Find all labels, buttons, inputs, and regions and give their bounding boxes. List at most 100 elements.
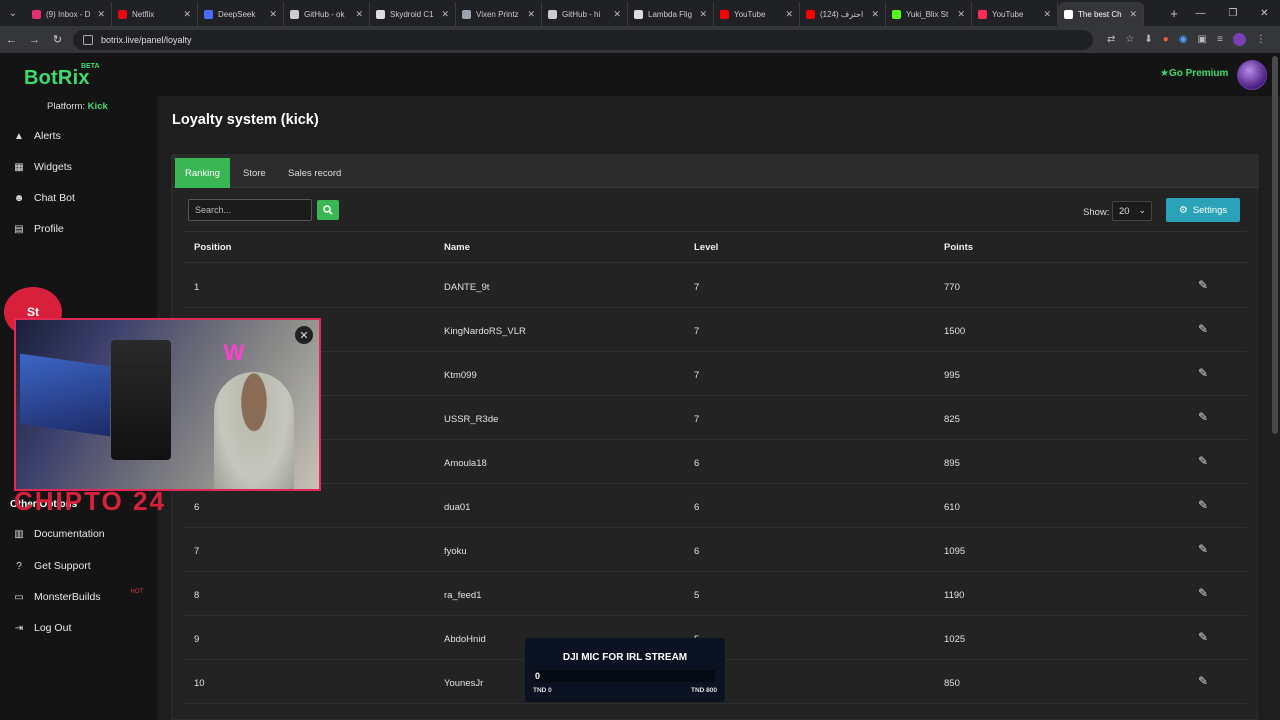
robot-icon: ☻ [13,192,25,204]
pencil-icon[interactable]: ✎ [1198,498,1208,512]
pencil-icon[interactable]: ✎ [1198,454,1208,468]
tab-sales-record[interactable]: Sales record [278,158,351,188]
extension-audio-icon[interactable]: ◉ [1179,34,1188,45]
tab-close-icon[interactable]: ✕ [1129,9,1137,20]
menu-kebab-icon[interactable]: ⋮ [1256,34,1266,45]
search-input[interactable] [188,199,312,221]
sidebar-item-monsterbuilds[interactable]: ▭ MonsterBuilds HOT [0,583,157,611]
search-button[interactable] [317,200,339,220]
pencil-icon[interactable]: ✎ [1198,410,1208,424]
browser-tab[interactable]: Netflix ✕ [112,2,198,26]
browser-tab[interactable]: YouTube ✕ [714,2,800,26]
tab-close-icon[interactable]: ✕ [871,9,879,20]
pencil-icon[interactable]: ✎ [1198,278,1208,292]
site-settings-icon[interactable] [83,34,93,45]
page-size-select[interactable]: 20 ⌄ [1112,201,1152,221]
go-premium-link[interactable]: ★Go Premium [1160,68,1228,79]
column-name[interactable]: Name [444,242,470,253]
table-row: 7 fyoku 6 1095 ✎ [184,528,1247,572]
tab-favicon-icon [32,9,41,19]
tab-close-icon[interactable]: ✕ [269,9,277,20]
browser-tab[interactable]: (9) Inbox - D ✕ [26,2,112,26]
tab-close-icon[interactable]: ✕ [355,9,363,20]
browser-tab[interactable]: Yuki_Blix St ✕ [886,2,972,26]
go-premium-label: Go Premium [1168,68,1229,79]
pencil-icon[interactable]: ✎ [1198,586,1208,600]
tab-ranking[interactable]: Ranking [175,158,230,188]
platform-label: Platform: [47,101,86,112]
column-position[interactable]: Position [194,242,231,253]
user-avatar[interactable] [1237,60,1267,90]
browser-tab[interactable]: YouTube ✕ [972,2,1058,26]
tab-title: Yuki_Blix St [906,9,949,19]
download-icon[interactable]: ⬇ [1144,34,1152,45]
forward-icon[interactable]: → [23,34,46,46]
column-points[interactable]: Points [944,242,973,253]
main-content: Loyalty system (kick) Ranking Store Sale… [157,96,1280,720]
profile-avatar-icon[interactable] [1232,33,1246,46]
id-card-icon: ▤ [14,223,24,235]
sidebar-item-chat-bot[interactable]: ☻ Chat Bot [0,184,157,212]
page-scrollbar[interactable] [1272,56,1278,434]
pencil-icon[interactable]: ✎ [1198,674,1208,688]
tab-close-icon[interactable]: ✕ [527,9,535,20]
tab-close-icon[interactable]: ✕ [957,9,965,20]
browser-tab[interactable]: GitHub - ok ✕ [284,2,370,26]
stream-banner-text: CHIPTO 24 [14,486,166,510]
back-icon[interactable]: ← [0,34,23,46]
tab-close-icon[interactable]: ✕ [183,9,191,20]
translate-icon[interactable]: ⇄ [1107,34,1115,45]
media-icon[interactable]: ≡ [1217,34,1223,45]
goal-progress-bar [535,670,715,682]
sidebar-item-widgets[interactable]: ▦ Widgets [0,153,157,181]
reload-icon[interactable]: ↻ [46,33,69,46]
close-window-icon[interactable]: ✕ [1260,8,1268,19]
bookmark-star-icon[interactable]: ☆ [1125,34,1134,45]
webcam-neon-logo: W [223,340,245,365]
tab-store[interactable]: Store [233,158,276,188]
close-icon[interactable]: ✕ [295,326,313,344]
extension-flame-icon[interactable]: ● [1163,34,1169,45]
settings-button[interactable]: ⚙ Settings [1166,198,1240,222]
sidebar-item-alerts[interactable]: ▲ Alerts [0,122,157,150]
tab-favicon-icon [118,9,127,19]
tab-close-icon[interactable]: ✕ [1043,9,1051,20]
pencil-icon[interactable]: ✎ [1198,630,1208,644]
tab-close-icon[interactable]: ✕ [785,9,793,20]
maximize-icon[interactable]: ❐ [1228,8,1237,19]
extensions-puzzle-icon[interactable]: ▣ [1198,34,1207,45]
new-tab-button[interactable]: + [1164,6,1184,21]
browser-tab[interactable]: (124) احترف ✕ [800,2,886,26]
extension-icons: ⇄ ☆ ⬇ ● ◉ ▣ ≡ ⋮ [1107,33,1266,46]
table-row: 6 dua01 6 610 ✎ [184,484,1247,528]
page-title: Loyalty system (kick) [172,112,319,128]
browser-tab[interactable]: DeepSeek ✕ [198,2,284,26]
tab-close-icon[interactable]: ✕ [699,9,707,20]
cell-level: 7 [694,414,700,425]
brand-logo[interactable]: BotRix [24,67,90,90]
webcam-pc-case [111,340,171,460]
column-level[interactable]: Level [694,242,718,253]
pencil-icon[interactable]: ✎ [1198,542,1208,556]
tab-search-chevron-icon[interactable]: ⌄ [0,0,26,26]
tab-close-icon[interactable]: ✕ [441,9,449,20]
pencil-icon[interactable]: ✎ [1198,366,1208,380]
cell-position: 9 [194,634,200,645]
browser-tab[interactable]: Vixen Printz ✕ [456,2,542,26]
address-bar[interactable]: botrix.live/panel/loyalty [73,29,1093,50]
browser-tab[interactable]: GitHub - hi ✕ [542,2,628,26]
sidebar-item-get-support[interactable]: ? Get Support [0,552,157,580]
sidebar-item-profile[interactable]: ▤ Profile [0,215,157,243]
browser-tab[interactable]: Skydroid C1 ✕ [370,2,456,26]
browser-tab[interactable]: Lambda Flig ✕ [628,2,714,26]
tab-close-icon[interactable]: ✕ [97,9,105,20]
minimize-icon[interactable]: — [1195,8,1205,19]
tab-close-icon[interactable]: ✕ [613,9,621,20]
browser-tab[interactable]: The best Ch ✕ [1058,2,1144,26]
cell-points: 825 [944,414,960,425]
cell-points: 850 [944,678,960,689]
sidebar-item-documentation[interactable]: ▥ Documentation [0,520,157,548]
settings-label: Settings [1192,204,1228,216]
pencil-icon[interactable]: ✎ [1198,322,1208,336]
sidebar-item-log-out[interactable]: ⇥ Log Out [0,614,157,642]
